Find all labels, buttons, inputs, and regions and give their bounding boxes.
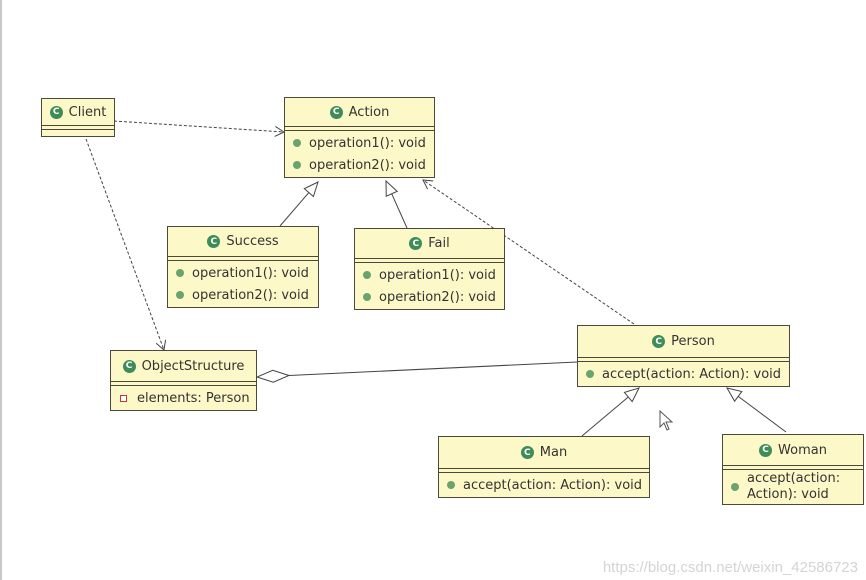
method-item[interactable]: operation2(): void <box>285 154 434 176</box>
method-item[interactable]: accept(action: Action): void <box>723 471 863 503</box>
class-header: C Fail <box>355 229 504 259</box>
member-text: elements: Person <box>137 390 250 406</box>
field-item[interactable]: elements: Person <box>111 387 256 409</box>
class-man[interactable]: C Man accept(action: Action): void <box>438 436 650 498</box>
member-text: operation2(): void <box>192 287 309 303</box>
dependency-arrowhead <box>422 179 434 190</box>
class-fail[interactable]: C Fail operation1(): void operation2(): voi… <box>354 228 505 310</box>
member-text: operation2(): void <box>309 157 426 173</box>
relation-dependency-client-action[interactable] <box>113 120 286 137</box>
generalization-arrowhead <box>385 179 399 197</box>
relation-line <box>581 396 629 437</box>
public-method-icon <box>293 161 301 169</box>
method-item[interactable]: accept(action: Action): void <box>439 474 649 496</box>
class-client[interactable]: C Client <box>41 98 115 137</box>
class-icon: C <box>759 443 773 457</box>
class-success[interactable]: C Success operation1(): void operation2(): … <box>167 226 319 308</box>
relation-generalization-woman-person[interactable] <box>725 387 787 433</box>
public-method-icon <box>293 139 301 147</box>
class-header: C Client <box>42 99 114 126</box>
members-compartment: operation1(): void operation2(): void <box>285 131 434 177</box>
relation-line <box>113 120 285 133</box>
relation-line <box>279 192 310 227</box>
class-header: C Man <box>439 437 649 469</box>
class-icon: C <box>520 446 534 459</box>
generalization-arrowhead <box>623 387 640 403</box>
members-compartment: accept(action: Action): void <box>439 473 649 497</box>
relation-line <box>737 395 787 433</box>
member-text: operation1(): void <box>309 135 426 151</box>
class-icon: C <box>652 335 666 348</box>
class-name: Success <box>226 234 279 249</box>
class-header: C ObjectStructure <box>111 351 256 382</box>
members-compartment: operation1(): void operation2(): void <box>355 263 504 309</box>
relation-line <box>85 138 165 351</box>
generalization-arrowhead <box>303 181 319 198</box>
class-action[interactable]: C Action operation1(): void operation2(): v… <box>284 97 435 178</box>
class-icon: C <box>409 237 423 250</box>
class-name: Action <box>348 104 390 120</box>
class-header: C Action <box>285 98 434 127</box>
class-icon: C <box>207 235 221 248</box>
members-compartment: operation1(): void operation2(): void <box>168 261 318 307</box>
class-name: Man <box>539 445 568 460</box>
public-method-icon <box>731 483 739 491</box>
method-item[interactable]: accept(action: Action): void <box>578 363 789 385</box>
class-icon: C <box>49 105 63 119</box>
class-header: C Person <box>578 326 789 358</box>
member-text: operation1(): void <box>379 267 496 283</box>
method-item[interactable]: operation1(): void <box>168 262 318 284</box>
members-compartment: accept(action: Action): void <box>578 362 789 386</box>
watermark: https://blog.csdn.net/weixin_42586723 <box>602 559 858 576</box>
members-compartment <box>42 130 114 136</box>
method-item[interactable]: operation1(): void <box>355 264 504 286</box>
class-name: Person <box>671 334 715 349</box>
relation-line <box>288 361 578 377</box>
aggregation-diamond <box>255 369 291 383</box>
generalization-arrowhead <box>725 387 743 403</box>
public-method-icon <box>176 291 184 299</box>
class-icon: C <box>329 105 343 119</box>
relation-generalization-man-person[interactable] <box>581 387 640 437</box>
class-icon: C <box>122 359 136 373</box>
relation-line <box>391 193 408 229</box>
relation-dependency-client-objectstructure[interactable] <box>85 138 167 351</box>
member-text: accept(action: Action): void <box>602 366 782 382</box>
relation-aggregation-objectstructure-person[interactable] <box>255 361 578 383</box>
class-woman[interactable]: C Woman accept(action: Action): void <box>722 434 864 505</box>
public-method-icon <box>363 271 371 279</box>
class-name: ObjectStructure <box>141 358 245 374</box>
member-text: operation1(): void <box>192 265 309 281</box>
member-text: operation2(): void <box>379 289 496 305</box>
relation-generalization-success-action[interactable] <box>279 181 319 227</box>
class-name: Fail <box>428 236 450 251</box>
members-compartment: accept(action: Action): void <box>723 470 863 504</box>
public-method-icon <box>363 293 371 301</box>
class-person[interactable]: C Person accept(action: Action): void <box>577 325 790 387</box>
public-method-icon <box>447 481 455 489</box>
public-method-icon <box>586 370 594 378</box>
method-item[interactable]: operation2(): void <box>355 286 504 308</box>
method-item[interactable]: operation1(): void <box>285 132 434 154</box>
members-compartment: elements: Person <box>111 386 256 410</box>
class-objectstructure[interactable]: C ObjectStructure elements: Person <box>110 350 257 411</box>
member-text: accept(action: Action): void <box>747 471 841 502</box>
public-method-icon <box>176 269 184 277</box>
private-field-icon <box>120 394 127 402</box>
class-header: C Woman <box>723 435 863 466</box>
class-header: C Success <box>168 227 318 257</box>
method-item[interactable]: operation2(): void <box>168 284 318 306</box>
member-text: accept(action: Action): void <box>463 477 643 493</box>
class-name: Client <box>68 104 107 120</box>
mouse-cursor-icon <box>659 410 674 431</box>
class-name: Woman <box>778 442 827 458</box>
relation-generalization-fail-action[interactable] <box>385 179 408 229</box>
